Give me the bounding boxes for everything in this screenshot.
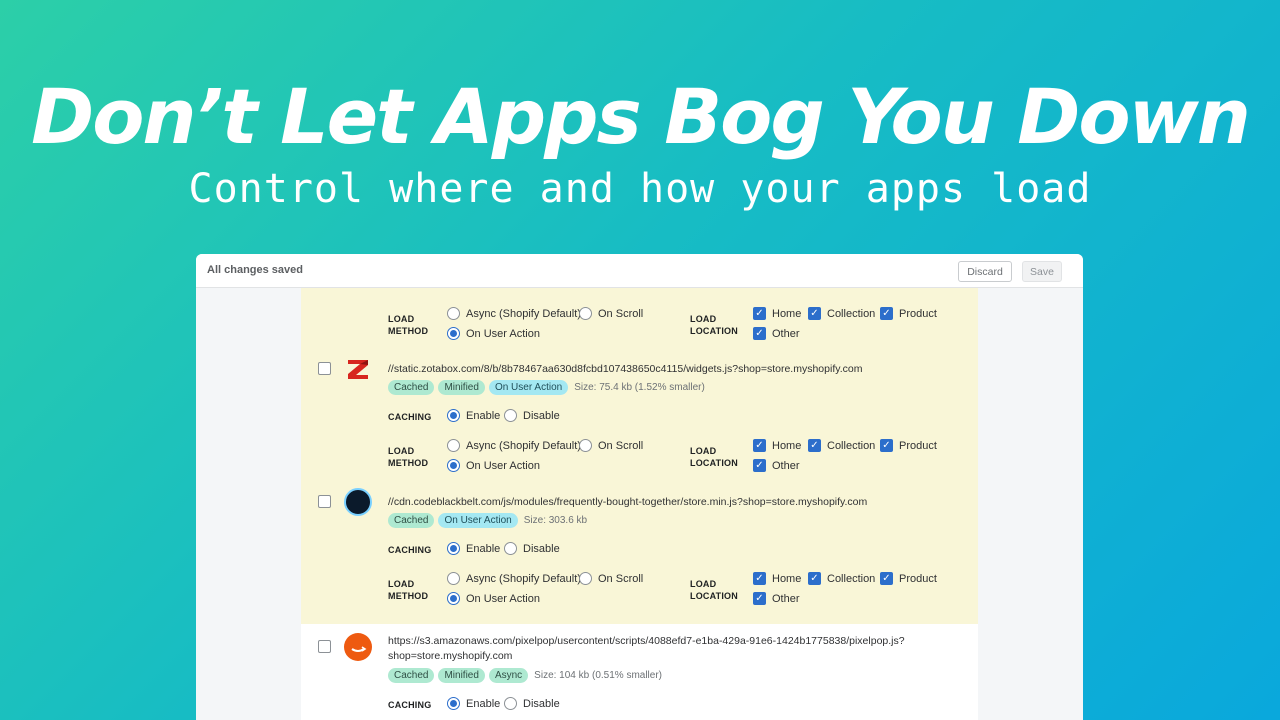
script-size: Size: 75.4 kb (1.52% smaller)	[574, 382, 705, 393]
radio-icon	[579, 572, 592, 585]
check-icon: ✓	[753, 592, 766, 605]
check-icon: ✓	[753, 439, 766, 452]
option-on-scroll[interactable]: On Scroll	[579, 439, 643, 452]
caching-label: CACHING	[388, 700, 432, 710]
script-item: //static.zotabox.com/8/b/8b78467aa630d8f…	[301, 354, 978, 487]
badge-cached: Cached	[388, 513, 435, 528]
location-home[interactable]: ✓ Home	[753, 307, 801, 320]
check-icon: ✓	[753, 572, 766, 585]
caching-label: CACHING	[388, 545, 432, 555]
save-status: All changes saved	[207, 264, 303, 276]
caching-disable[interactable]: Disable	[504, 409, 560, 422]
caching-enable[interactable]: Enable	[447, 409, 500, 422]
caching-disable[interactable]: Disable	[504, 697, 560, 710]
hero-subtitle: Control where and how your apps load	[188, 166, 1092, 212]
badges: Cached Minified On User Action Size: 75.…	[388, 380, 705, 395]
caching-enable[interactable]: Enable	[447, 697, 500, 710]
badge-load-method: On User Action	[488, 380, 569, 395]
load-location-label: LOAD LOCATION	[690, 579, 738, 601]
check-icon: ✓	[753, 459, 766, 472]
script-select-checkbox[interactable]	[318, 495, 331, 508]
badge-load-method: On User Action	[438, 513, 518, 528]
codeblackbelt-logo-icon	[344, 488, 372, 516]
location-home[interactable]: ✓ Home	[753, 439, 801, 452]
zotabox-logo-icon	[344, 355, 372, 383]
option-on-user-action[interactable]: On User Action	[447, 459, 540, 472]
badge-cached: Cached	[388, 380, 435, 395]
location-collection[interactable]: ✓ Collection	[808, 439, 875, 452]
radio-icon	[447, 572, 460, 585]
load-method-label: LOAD METHOD	[388, 314, 429, 336]
script-url: //static.zotabox.com/8/b/8b78467aa630d8f…	[388, 363, 863, 375]
radio-icon	[579, 439, 592, 452]
script-url: https://s3.amazonaws.com/pixelpop/userco…	[388, 635, 905, 662]
badge-load-method: Async	[488, 668, 529, 683]
save-bar: All changes saved Discard Save	[196, 254, 1083, 288]
option-on-user-action[interactable]: On User Action	[447, 327, 540, 340]
option-on-scroll[interactable]: On Scroll	[579, 572, 643, 585]
badges: Cached Minified Async Size: 104 kb (0.51…	[388, 668, 662, 683]
load-method-label: LOAD METHOD	[388, 446, 429, 468]
location-other[interactable]: ✓ Other	[753, 327, 800, 340]
location-home[interactable]: ✓ Home	[753, 572, 801, 585]
location-collection[interactable]: ✓ Collection	[808, 572, 875, 585]
script-item: LOAD METHOD Async (Shopify Default) On Sc…	[301, 288, 978, 354]
hero-title: Don’t Let Apps Bog You Down	[31, 72, 1251, 161]
option-on-user-action[interactable]: On User Action	[447, 592, 540, 605]
check-icon: ✓	[880, 307, 893, 320]
radio-icon	[504, 542, 517, 555]
badges: Cached On User Action Size: 303.6 kb	[388, 513, 587, 528]
radio-selected-icon	[447, 459, 460, 472]
location-other[interactable]: ✓ Other	[753, 459, 800, 472]
load-location-label: LOAD LOCATION	[690, 314, 738, 336]
radio-icon	[504, 697, 517, 710]
check-icon: ✓	[808, 439, 821, 452]
radio-selected-icon	[447, 327, 460, 340]
caching-label: CACHING	[388, 412, 432, 422]
radio-selected-icon	[447, 592, 460, 605]
amazon-logo-icon	[344, 633, 372, 661]
option-on-scroll[interactable]: On Scroll	[579, 307, 643, 320]
check-icon: ✓	[880, 439, 893, 452]
radio-selected-icon	[447, 542, 460, 555]
check-icon: ✓	[880, 572, 893, 585]
location-collection[interactable]: ✓ Collection	[808, 307, 875, 320]
badge-minified: Minified	[438, 668, 485, 683]
badge-cached: Cached	[388, 668, 435, 683]
location-product[interactable]: ✓ Product	[880, 572, 937, 585]
option-async[interactable]: Async (Shopify Default)	[447, 307, 581, 320]
radio-selected-icon	[447, 697, 460, 710]
radio-icon	[447, 439, 460, 452]
radio-selected-icon	[447, 409, 460, 422]
script-url: //cdn.codeblackbelt.com/js/modules/frequ…	[388, 496, 868, 508]
location-product[interactable]: ✓ Product	[880, 439, 937, 452]
load-location-label: LOAD LOCATION	[690, 446, 738, 468]
radio-icon	[579, 307, 592, 320]
save-button[interactable]: Save	[1022, 261, 1062, 282]
script-item: https://s3.amazonaws.com/pixelpop/userco…	[301, 624, 978, 720]
script-select-checkbox[interactable]	[318, 362, 331, 375]
radio-icon	[447, 307, 460, 320]
app-panel: All changes saved Discard Save LOAD METHO…	[196, 254, 1083, 720]
script-size: Size: 303.6 kb	[523, 515, 588, 526]
radio-icon	[504, 409, 517, 422]
check-icon: ✓	[808, 572, 821, 585]
option-async[interactable]: Async (Shopify Default)	[447, 439, 581, 452]
check-icon: ✓	[753, 327, 766, 340]
check-icon: ✓	[808, 307, 821, 320]
scripts-list: LOAD METHOD Async (Shopify Default) On Sc…	[301, 288, 978, 720]
caching-disable[interactable]: Disable	[504, 542, 560, 555]
badge-minified: Minified	[438, 380, 485, 395]
script-item: //cdn.codeblackbelt.com/js/modules/frequ…	[301, 487, 978, 624]
check-icon: ✓	[753, 307, 766, 320]
load-method-label: LOAD METHOD	[388, 579, 429, 601]
location-other[interactable]: ✓ Other	[753, 592, 800, 605]
script-select-checkbox[interactable]	[318, 640, 331, 653]
option-async[interactable]: Async (Shopify Default)	[447, 572, 581, 585]
discard-button[interactable]: Discard	[958, 261, 1012, 282]
caching-enable[interactable]: Enable	[447, 542, 500, 555]
location-product[interactable]: ✓ Product	[880, 307, 937, 320]
script-size: Size: 104 kb (0.51% smaller)	[534, 670, 663, 681]
